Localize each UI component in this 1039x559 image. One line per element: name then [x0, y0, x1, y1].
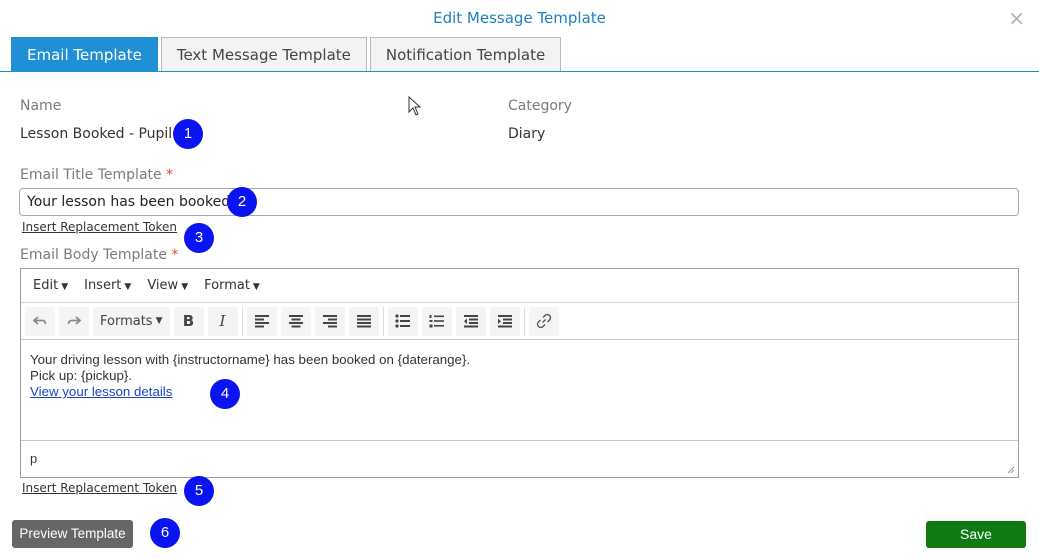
menu-edit[interactable]: Edit ▼ [25, 278, 76, 293]
tab-notification-template[interactable]: Notification Template [369, 37, 562, 72]
indent-icon [497, 315, 512, 328]
align-right-button[interactable] [314, 306, 345, 336]
email-body-label: Email Body Template * [20, 247, 179, 263]
tab-email-template[interactable]: Email Template [11, 37, 158, 72]
align-left-button[interactable] [246, 306, 277, 336]
menu-format[interactable]: Format ▼ [196, 278, 268, 293]
numbered-list-button[interactable] [421, 306, 452, 336]
tab-bar: Email Template Text Message Template Not… [11, 37, 564, 72]
caret-down-icon: ▼ [181, 282, 189, 292]
element-path: p [30, 451, 38, 466]
body-line-2: Pick up: {pickup}. [30, 368, 133, 383]
caret-down-icon: ▼ [155, 316, 163, 326]
align-center-icon [288, 315, 303, 328]
undo-icon [33, 316, 47, 325]
caret-down-icon: ▼ [61, 282, 69, 292]
resize-handle-icon[interactable] [1005, 464, 1015, 474]
align-right-icon [322, 315, 337, 328]
body-line-1: Your driving lesson with {instructorname… [30, 352, 471, 367]
caret-down-icon: ▼ [252, 282, 260, 292]
annotation-badge-2: 2 [227, 187, 257, 217]
tab-underline [0, 71, 1039, 72]
required-asterisk: * [166, 167, 174, 183]
indent-button[interactable] [489, 306, 520, 336]
email-title-input[interactable]: Your lesson has been booked [19, 188, 1019, 216]
outdent-icon [463, 315, 478, 328]
tab-text-message-template[interactable]: Text Message Template [160, 37, 367, 72]
annotation-badge-1: 1 [173, 119, 203, 149]
close-icon[interactable]: × [1008, 6, 1025, 30]
annotation-badge-5: 5 [184, 476, 214, 506]
email-title-label: Email Title Template * [20, 167, 174, 183]
bullet-list-icon [394, 314, 410, 328]
editor-content-area[interactable]: Your driving lesson with {instructorname… [21, 340, 1018, 441]
name-value: Lesson Booked - Pupil [20, 126, 173, 142]
lesson-details-link[interactable]: View your lesson details [30, 384, 172, 399]
bold-button[interactable]: B [173, 306, 204, 336]
annotation-badge-4: 4 [210, 379, 240, 409]
rich-text-editor: Edit ▼ Insert ▼ View ▼ Format ▼ Formats ▼ B I [20, 268, 1019, 478]
menu-view[interactable]: View ▼ [139, 278, 196, 293]
bullet-list-button[interactable] [387, 306, 418, 336]
numbered-list-icon [429, 315, 444, 328]
link-icon [536, 313, 551, 329]
annotation-badge-3: 3 [184, 223, 214, 253]
insert-link-button[interactable] [528, 306, 559, 336]
align-center-button[interactable] [280, 306, 311, 336]
insert-token-link-body[interactable]: Insert Replacement Token [22, 481, 177, 495]
editor-menubar: Edit ▼ Insert ▼ View ▼ Format ▼ [21, 269, 1018, 303]
annotation-badge-6: 6 [150, 518, 180, 548]
category-value: Diary [508, 126, 546, 142]
mouse-cursor-icon [408, 96, 422, 116]
category-label: Category [508, 98, 572, 114]
toolbar-separator [382, 306, 384, 336]
redo-icon [67, 316, 81, 325]
toolbar-separator [523, 306, 525, 336]
dialog-title: Edit Message Template [433, 9, 606, 27]
align-justify-icon [356, 315, 371, 328]
toolbar-separator [241, 306, 243, 336]
align-left-icon [254, 315, 269, 328]
redo-button[interactable] [59, 306, 89, 336]
menu-insert[interactable]: Insert ▼ [76, 278, 139, 293]
undo-button[interactable] [25, 306, 55, 336]
required-asterisk: * [171, 247, 179, 263]
save-button[interactable]: Save [926, 521, 1026, 548]
preview-template-button[interactable]: Preview Template [12, 520, 133, 548]
editor-toolbar: Formats ▼ B I [21, 303, 1018, 340]
name-label: Name [20, 98, 62, 114]
formats-dropdown[interactable]: Formats ▼ [93, 306, 170, 336]
editor-statusbar: p [21, 441, 1018, 477]
caret-down-icon: ▼ [124, 282, 132, 292]
italic-button[interactable]: I [207, 306, 238, 336]
insert-token-link-title[interactable]: Insert Replacement Token [22, 220, 177, 234]
outdent-button[interactable] [455, 306, 486, 336]
align-justify-button[interactable] [348, 306, 379, 336]
